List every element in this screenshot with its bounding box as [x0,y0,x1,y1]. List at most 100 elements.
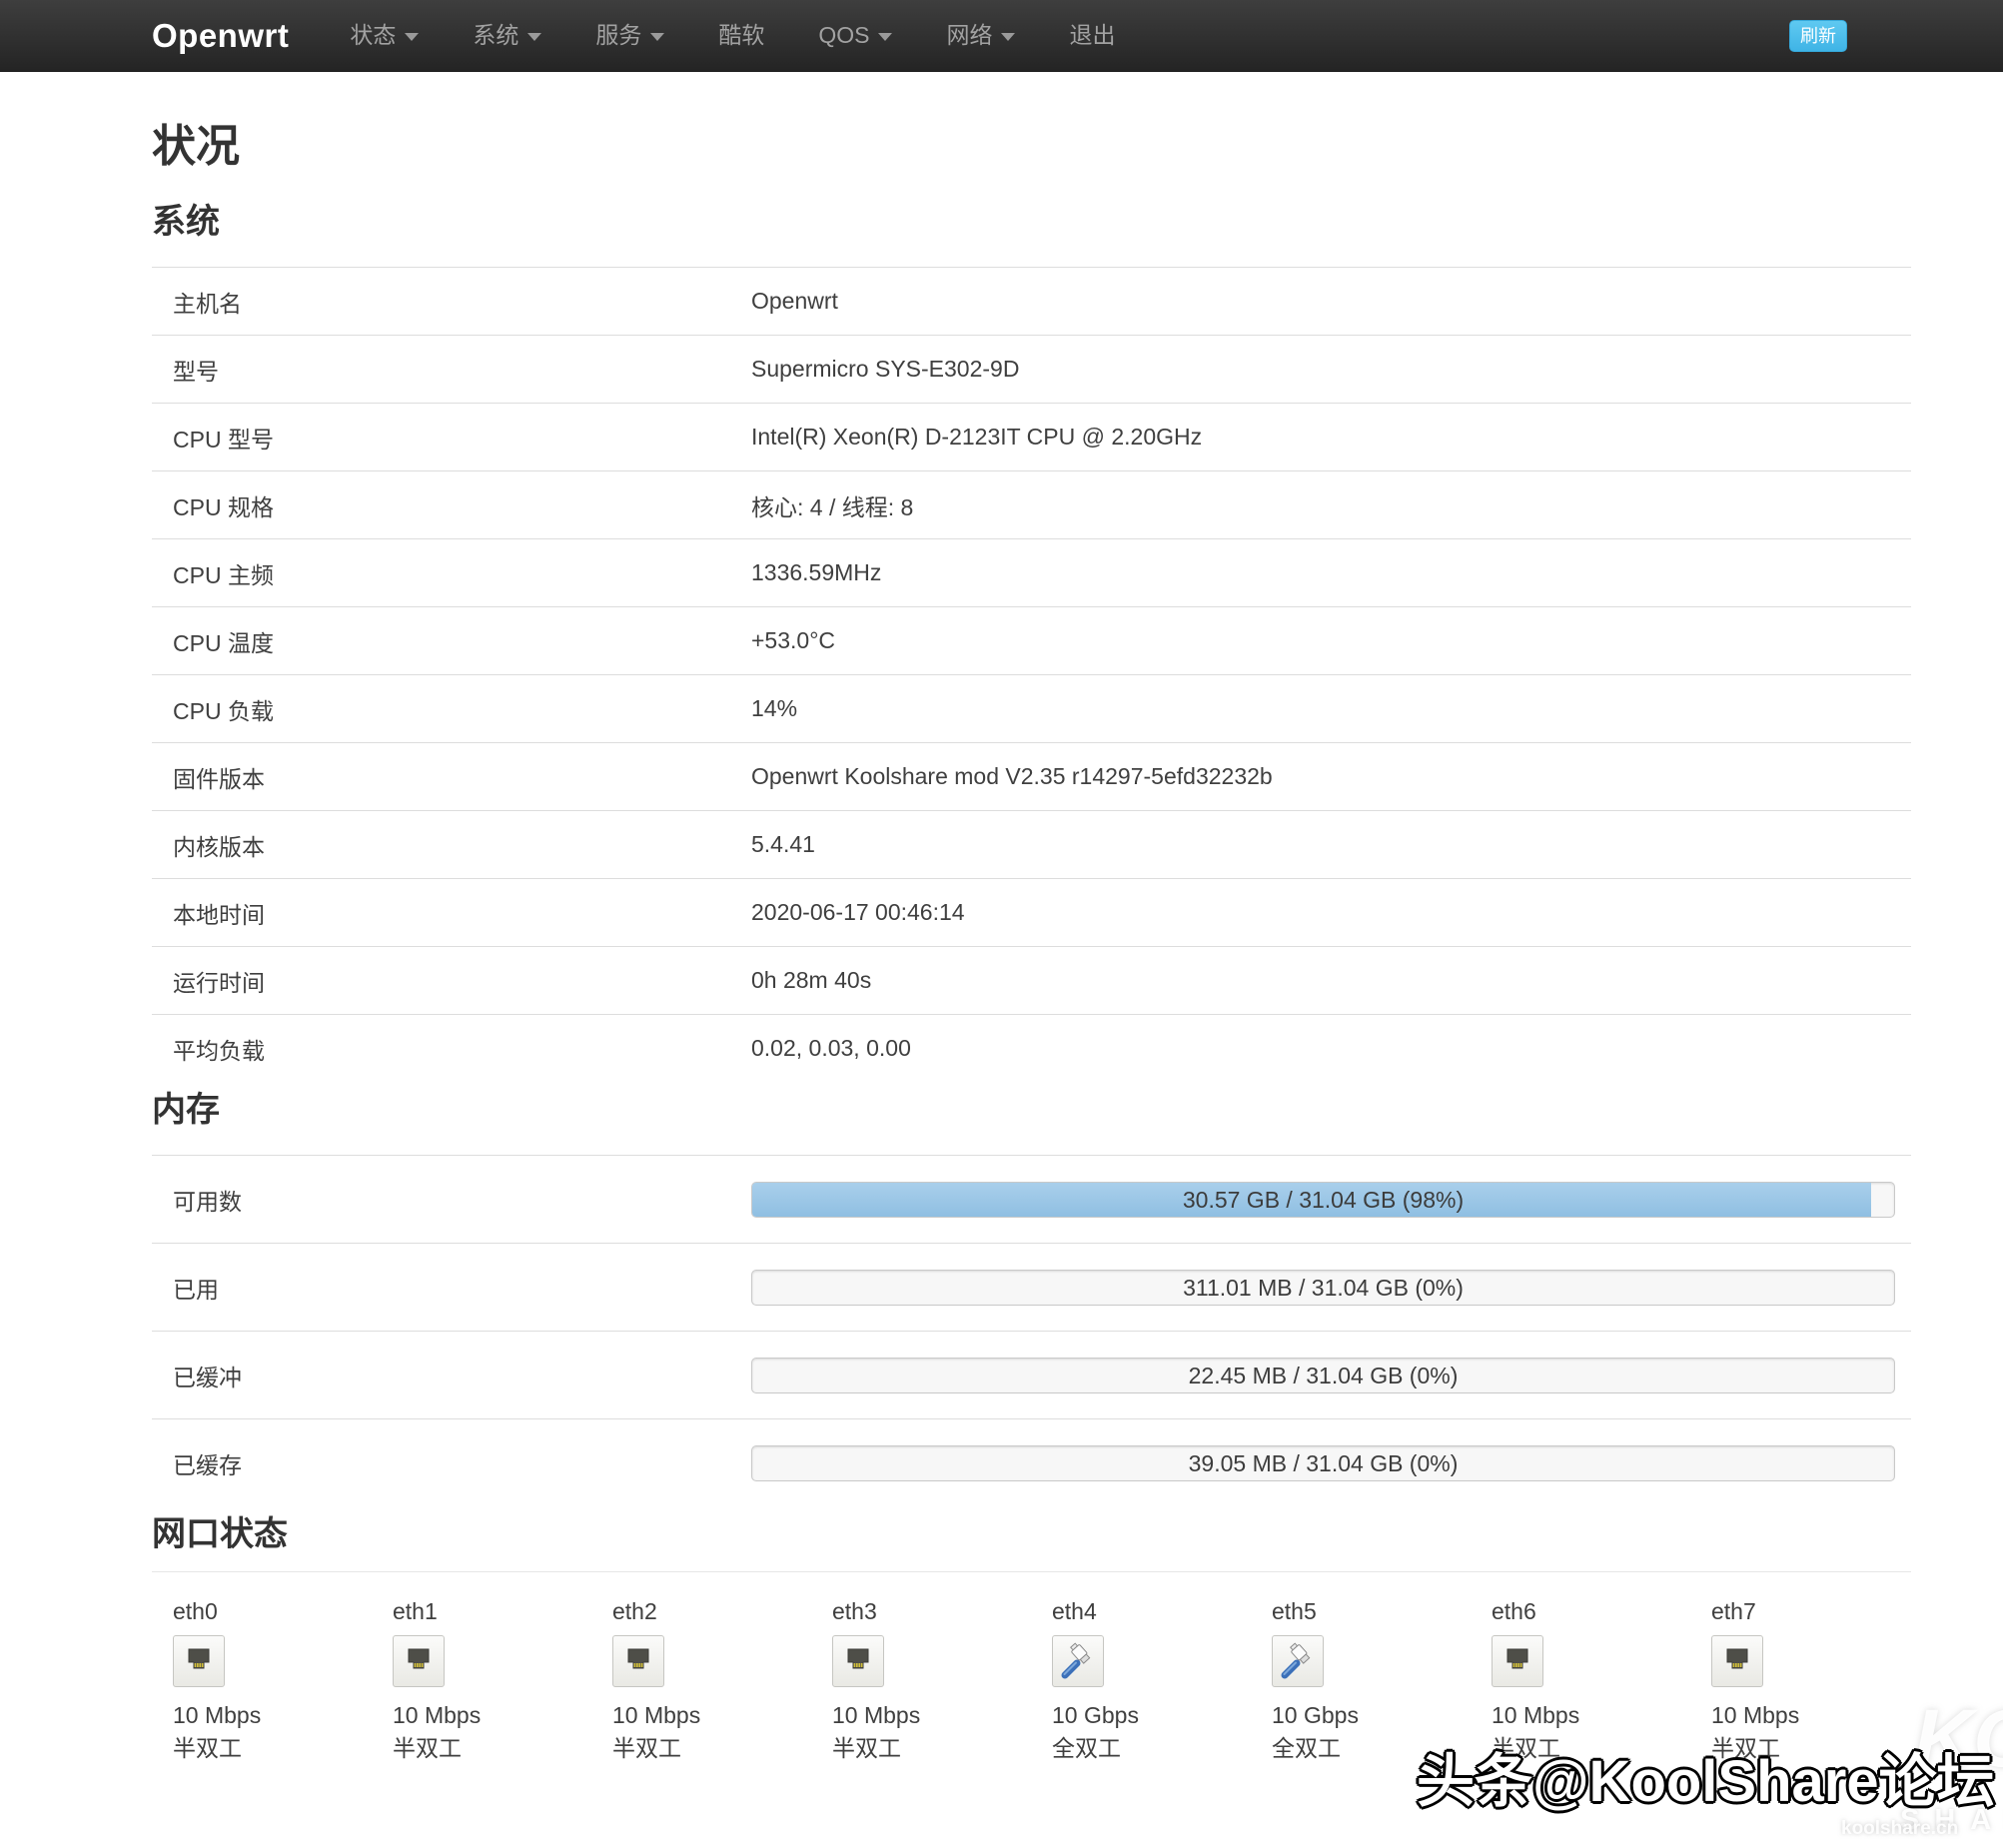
row-value: 核心: 4 / 线程: 8 [751,488,1911,522]
table-row: CPU 型号 Intel(R) Xeon(R) D-2123IT CPU @ 2… [152,403,1911,470]
row-value: Openwrt [751,288,1911,315]
port-cell-eth2: eth2 10 Mbps 半双工 [591,1598,811,1766]
row-label: 型号 [152,353,751,387]
port-name: eth4 [1052,1598,1251,1625]
table-row: 主机名 Openwrt [152,267,1911,335]
ethernet-jack-icon [1498,1641,1537,1681]
port-name: eth0 [173,1598,372,1625]
memory-section-heading: 内存 [152,1082,1911,1131]
port-speed: 10 Mbps [832,1699,1031,1732]
table-row: 已用 311.01 MB / 31.04 GB (0%) [152,1243,1911,1331]
ethernet-cable-icon [1058,1641,1098,1681]
port-icon-box [173,1635,225,1687]
menu-item-network[interactable]: 网络 [919,0,1042,71]
port-speed: 10 Mbps [1492,1699,1690,1732]
row-value: Supermicro SYS-E302-9D [751,356,1911,383]
port-duplex: 半双工 [393,1732,591,1765]
row-label: 运行时间 [152,964,751,998]
table-row: 平均负载 0.02, 0.03, 0.00 [152,1014,1911,1082]
port-icon-box [1492,1635,1543,1687]
port-name: eth7 [1711,1598,1910,1625]
port-speed: 10 Mbps [393,1699,591,1732]
port-icon-box [832,1635,884,1687]
port-icon-box [393,1635,445,1687]
row-label: 已缓存 [152,1446,751,1480]
progressbar-text: 30.57 GB / 31.04 GB (98%) [752,1183,1894,1217]
port-icon-box [1052,1635,1104,1687]
table-row: CPU 负载 14% [152,674,1911,742]
port-duplex: 半双工 [832,1732,1031,1765]
menu-item-services[interactable]: 服务 [568,0,691,71]
progressbar-text: 39.05 MB / 31.04 GB (0%) [752,1446,1894,1480]
content-area: 状况 系统 主机名 Openwrt 型号 Supermicro SYS-E302… [0,110,2003,1766]
row-label: CPU 负载 [152,692,751,726]
chevron-down-icon [878,33,892,41]
menu-item-status[interactable]: 状态 [323,0,446,71]
port-name: eth1 [393,1598,591,1625]
menu-item-qos[interactable]: QOS [791,0,919,71]
chevron-down-icon [1001,33,1015,41]
table-row: 已缓冲 22.45 MB / 31.04 GB (0%) [152,1331,1911,1418]
port-icon-box [1711,1635,1763,1687]
row-label: CPU 温度 [152,624,751,658]
row-value: 14% [751,695,1911,722]
ethernet-jack-icon [179,1641,219,1681]
port-cell-eth0: eth0 10 Mbps 半双工 [152,1598,372,1766]
ports-section-heading: 网口状态 [152,1506,1911,1555]
row-value: +53.0°C [751,627,1911,654]
chevron-down-icon [650,33,664,41]
port-speed: 10 Mbps [612,1699,811,1732]
row-value: 5.4.41 [751,831,1911,858]
koolshare-watermark: 头条@KoolShare论坛 [1417,1734,1995,1818]
row-label: CPU 主频 [152,556,751,590]
port-name: eth5 [1272,1598,1471,1625]
refresh-button[interactable]: 刷新 [1789,20,1847,52]
port-speed: 10 Gbps [1052,1699,1251,1732]
ethernet-jack-icon [618,1641,658,1681]
table-row: 固件版本 Openwrt Koolshare mod V2.35 r14297-… [152,742,1911,810]
table-row: CPU 主频 1336.59MHz [152,538,1911,606]
row-value: 0h 28m 40s [751,967,1911,994]
memory-cached-progressbar: 39.05 MB / 31.04 GB (0%) [751,1445,1895,1481]
memory-buffered-progressbar: 22.45 MB / 31.04 GB (0%) [751,1358,1895,1393]
chevron-down-icon [527,33,541,41]
port-speed: 10 Mbps [1711,1699,1910,1732]
page-title: 状况 [152,110,1911,174]
port-duplex: 全双工 [1052,1732,1251,1765]
main-menu: 状态 系统 服务 酷软 QOS 网络 退出 [323,0,1142,71]
divider [152,1571,1911,1572]
row-label: 平均负载 [152,1032,751,1066]
table-row: 型号 Supermicro SYS-E302-9D [152,335,1911,403]
row-value: Openwrt Koolshare mod V2.35 r14297-5efd3… [751,763,1911,790]
ethernet-jack-icon [838,1641,878,1681]
port-name: eth3 [832,1598,1031,1625]
menu-item-logout[interactable]: 退出 [1042,0,1142,71]
port-speed: 10 Gbps [1272,1699,1471,1732]
row-label: 内核版本 [152,828,751,862]
memory-table: 可用数 30.57 GB / 31.04 GB (98%) 已用 311.01 … [152,1155,1911,1506]
port-cell-eth3: eth3 10 Mbps 半双工 [811,1598,1031,1766]
row-label: 已缓冲 [152,1359,751,1392]
menu-item-system[interactable]: 系统 [446,0,568,71]
system-section-heading: 系统 [152,194,1911,243]
port-cell-eth1: eth1 10 Mbps 半双工 [372,1598,591,1766]
row-label: 主机名 [152,285,751,319]
ethernet-jack-icon [399,1641,439,1681]
port-duplex: 半双工 [612,1732,811,1765]
table-row: 已缓存 39.05 MB / 31.04 GB (0%) [152,1418,1911,1506]
row-label: 本地时间 [152,896,751,930]
row-value: 2020-06-17 00:46:14 [751,899,1911,926]
row-label: 已用 [152,1271,751,1305]
port-duplex: 半双工 [173,1732,372,1765]
table-row: 运行时间 0h 28m 40s [152,946,1911,1014]
row-label: 可用数 [152,1183,751,1217]
progressbar-text: 22.45 MB / 31.04 GB (0%) [752,1359,1894,1392]
table-row: 可用数 30.57 GB / 31.04 GB (98%) [152,1155,1911,1243]
koolshare-site-text: koolshare.cn [1841,1818,1958,1840]
row-value: Intel(R) Xeon(R) D-2123IT CPU @ 2.20GHz [751,424,1911,451]
table-row: CPU 规格 核心: 4 / 线程: 8 [152,470,1911,538]
menu-item-koolsoft[interactable]: 酷软 [691,0,791,71]
row-label: 固件版本 [152,760,751,794]
ethernet-jack-icon [1717,1641,1757,1681]
progressbar-text: 311.01 MB / 31.04 GB (0%) [752,1271,1894,1305]
